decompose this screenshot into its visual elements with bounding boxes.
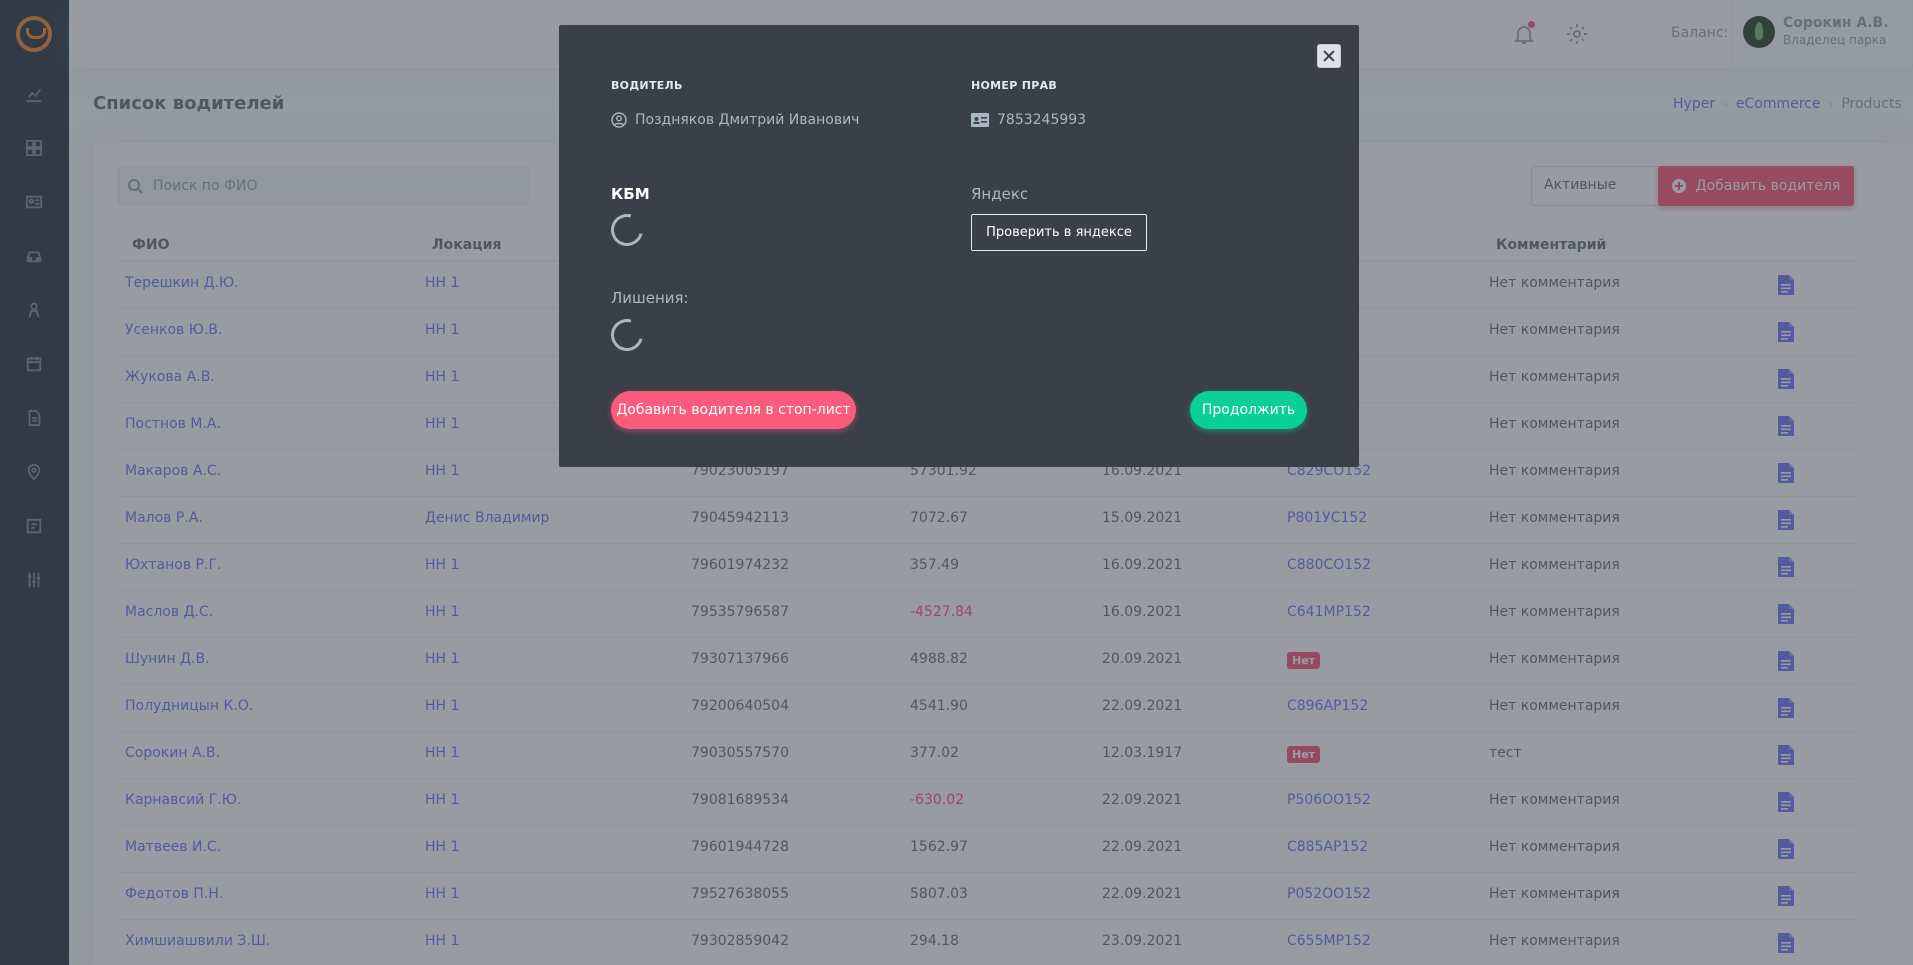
driver-name: Поздняков Дмитрий Иванович xyxy=(635,112,860,128)
yandex-heading: Яндекс xyxy=(971,185,1029,203)
user-circle-icon xyxy=(611,112,627,128)
driver-name-row: Поздняков Дмитрий Иванович xyxy=(611,112,859,128)
license-row: 7853245993 xyxy=(971,112,1086,128)
id-card-icon xyxy=(971,113,989,127)
kbm-spinner xyxy=(605,208,649,252)
kbm-heading: КБМ xyxy=(611,185,650,203)
deprivation-spinner xyxy=(605,313,649,357)
driver-label: ВОДИТЕЛЬ xyxy=(611,79,683,92)
continue-button[interactable]: Продолжить xyxy=(1190,391,1307,429)
license-number: 7853245993 xyxy=(997,112,1087,128)
check-yandex-button[interactable]: Проверить в яндексе xyxy=(971,214,1147,251)
add-to-stoplist-button[interactable]: Добавить водителя в стоп-лист xyxy=(611,391,856,429)
deprivation-heading: Лишения: xyxy=(611,289,689,307)
license-label: НОМЕР ПРАВ xyxy=(971,79,1058,92)
close-button[interactable] xyxy=(1317,44,1341,68)
driver-check-modal: ВОДИТЕЛЬ Поздняков Дмитрий Иванович НОМЕ… xyxy=(559,25,1359,467)
